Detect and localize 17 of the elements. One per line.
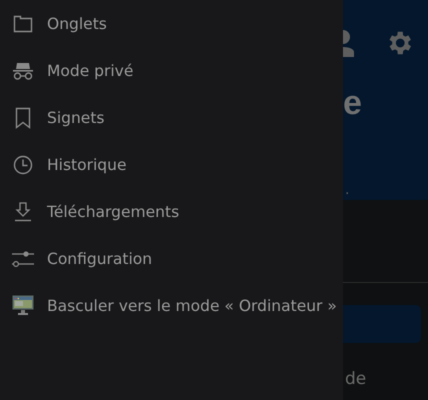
sliders-icon: [12, 248, 34, 268]
page-link[interactable]: de: [343, 369, 366, 389]
menu-item[interactable]: Signets: [0, 94, 343, 141]
download-icon: [14, 202, 32, 222]
bookmark-icon: [15, 106, 31, 128]
menu-item[interactable]: Mode privé: [0, 47, 343, 94]
incognito-icon: [12, 60, 34, 80]
clock-icon: [13, 154, 33, 174]
menu-item[interactable]: Téléchargements: [0, 188, 343, 235]
menu-item[interactable]: Configuration: [0, 235, 343, 282]
monitor-icon: [12, 295, 34, 316]
menu-item[interactable]: Onglets: [0, 0, 343, 47]
page-subtitle: .: [344, 182, 350, 198]
menu-item[interactable]: Basculer vers le mode « Ordinateur »: [0, 282, 343, 329]
folder-icon: [13, 14, 33, 34]
menu-item[interactable]: Historique: [0, 141, 343, 188]
page-heading: e: [343, 86, 363, 120]
